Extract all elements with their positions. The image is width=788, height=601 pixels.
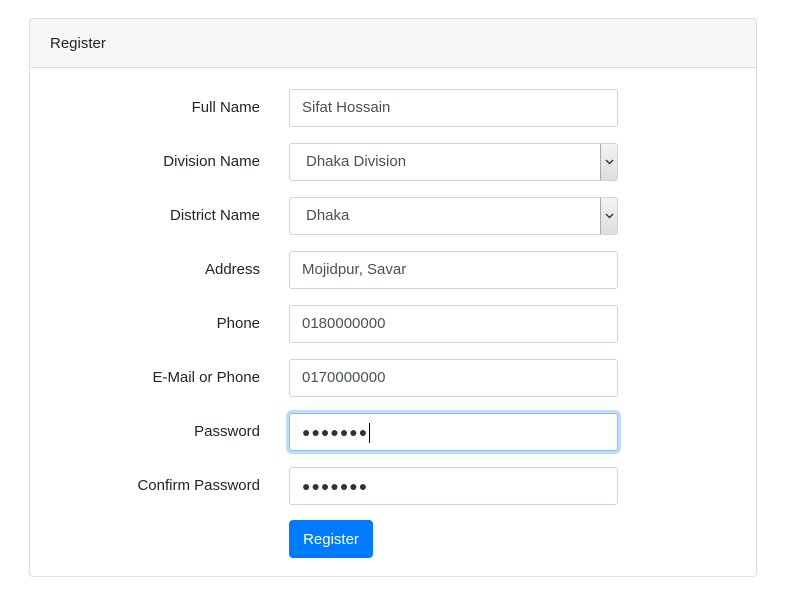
full-name-input[interactable]: Sifat Hossain: [289, 89, 618, 127]
phone-row: Phone 0180000000: [30, 305, 756, 343]
email-input[interactable]: 0170000000: [289, 359, 618, 397]
password-label: Password: [194, 423, 260, 440]
confirm-password-masked-value: ●●●●●●●: [302, 478, 369, 494]
address-input[interactable]: Mojidpur, Savar: [289, 251, 618, 289]
phone-input[interactable]: 0180000000: [289, 305, 618, 343]
full-name-label: Full Name: [191, 99, 260, 116]
division-select[interactable]: Dhaka Division: [289, 143, 618, 181]
chevron-down-icon[interactable]: [600, 144, 617, 180]
password-input[interactable]: ●●●●●●●: [289, 413, 618, 451]
card-title: Register: [50, 34, 106, 52]
email-row: E-Mail or Phone 0170000000: [30, 359, 756, 397]
district-label: District Name: [169, 207, 260, 224]
email-label: E-Mail or Phone: [152, 369, 260, 386]
register-button[interactable]: Register: [289, 520, 373, 558]
full-name-row: Full Name Sifat Hossain: [30, 89, 756, 127]
division-row: Division Name Dhaka Division: [30, 143, 756, 181]
confirm-password-input[interactable]: ●●●●●●●: [289, 467, 618, 505]
address-label: Address: [204, 261, 260, 278]
confirm-password-row: Confirm Password ●●●●●●●: [30, 467, 756, 505]
card-header: Register: [30, 19, 756, 68]
register-card: Register Full Name Sifat Hossain Divisio…: [29, 18, 757, 577]
district-select[interactable]: Dhaka: [289, 197, 618, 235]
division-label: Division Name: [163, 153, 260, 170]
phone-label: Phone: [216, 315, 260, 332]
district-selected-value: Dhaka: [306, 207, 350, 224]
chevron-down-icon[interactable]: [600, 198, 617, 234]
text-caret: [369, 423, 371, 444]
password-masked-value: ●●●●●●●: [302, 424, 369, 440]
confirm-password-label: Confirm Password: [137, 477, 260, 494]
password-row: Password ●●●●●●●: [30, 413, 756, 451]
district-row: District Name Dhaka: [30, 197, 756, 235]
address-row: Address Mojidpur, Savar: [30, 251, 756, 289]
division-selected-value: Dhaka Division: [306, 153, 407, 170]
